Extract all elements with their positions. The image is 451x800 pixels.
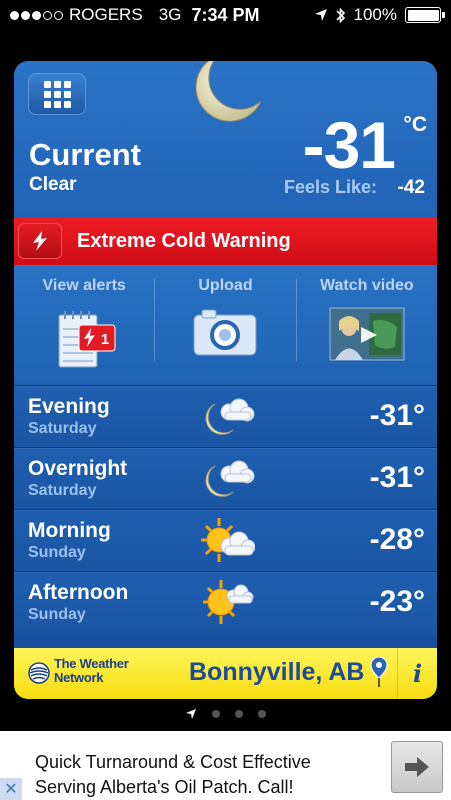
current-condition: Clear xyxy=(29,174,77,195)
brand-line-1: The Weather xyxy=(54,656,129,671)
forecast-day: Saturday xyxy=(28,482,97,499)
grid-icon xyxy=(43,80,71,108)
forecast-day: Sunday xyxy=(28,544,86,561)
moon-cloud-icon xyxy=(205,398,255,435)
feels-like-label: Feels Like: xyxy=(284,177,378,197)
ad-text: Quick Turnaround & Cost Effective Servin… xyxy=(35,750,375,800)
location-footer: The Weather Network Bonnyville, AB i xyxy=(14,648,437,699)
warning-text: Extreme Cold Warning xyxy=(77,229,291,252)
forecast-period: Morning xyxy=(28,519,111,542)
current-label: Current xyxy=(29,137,141,172)
forecast-list: Evening Saturday -31° Overnight Saturday… xyxy=(14,385,437,633)
forecast-period: Evening xyxy=(28,395,110,418)
current-conditions[interactable]: Current Clear -31 °C Feels Like: -42 xyxy=(14,61,437,217)
watch-video-label: Watch video xyxy=(320,277,414,294)
ad-arrow-button[interactable] xyxy=(391,741,443,793)
weather-warning-banner[interactable]: Extreme Cold Warning xyxy=(14,217,437,265)
info-button[interactable]: i xyxy=(397,648,437,699)
video-thumbnail-icon xyxy=(329,307,405,361)
view-alerts-button[interactable]: View alerts 1 xyxy=(14,265,154,385)
location-arrow-icon[interactable] xyxy=(185,708,197,720)
view-alerts-label: View alerts xyxy=(42,277,126,294)
arrow-right-icon xyxy=(405,757,429,777)
status-left: ROGERS 3G xyxy=(10,5,181,25)
battery-percent: 100% xyxy=(353,5,397,24)
forecast-row[interactable]: Morning Sunday -28° xyxy=(14,509,437,571)
camera-icon xyxy=(193,309,257,356)
moon-icon xyxy=(195,61,262,122)
location-pin-icon[interactable] xyxy=(369,656,389,688)
status-time: 7:34 PM xyxy=(191,5,260,25)
carrier-name: ROGERS xyxy=(69,5,143,24)
upload-button[interactable]: Upload xyxy=(154,277,295,361)
page-dot[interactable] xyxy=(235,710,243,718)
page-dot[interactable] xyxy=(212,710,220,718)
forecast-row[interactable]: Afternoon Sunday -23° xyxy=(14,571,437,633)
ad-text-line-1: Quick Turnaround & Cost Effective xyxy=(35,752,311,772)
menu-grid-button[interactable] xyxy=(28,73,86,115)
forecast-row[interactable]: Evening Saturday -31° xyxy=(14,385,437,447)
location-arrow-icon xyxy=(314,9,327,21)
forecast-temp: -28° xyxy=(369,523,425,556)
moon-cloud-icon xyxy=(205,460,255,497)
temperature-unit: °C xyxy=(403,113,427,136)
upload-label: Upload xyxy=(198,277,253,294)
forecast-temp: -23° xyxy=(369,585,425,618)
forecast-day: Saturday xyxy=(28,420,97,437)
location-name[interactable]: Bonnyville, AB xyxy=(189,658,365,687)
status-bar: ROGERS 3G 7:34 PM 100% xyxy=(0,0,451,30)
signal-strength-icon xyxy=(10,10,63,20)
sun-cloud-icon xyxy=(201,518,255,562)
page-dot[interactable] xyxy=(258,710,266,718)
feels-like-value: -42 xyxy=(397,177,425,198)
alert-count-badge: 1 xyxy=(101,331,109,348)
forecast-day: Sunday xyxy=(28,606,86,623)
current-temperature: -31 xyxy=(302,108,396,182)
weather-network-logo xyxy=(28,662,50,684)
brand-line-2: Network xyxy=(54,670,104,685)
ad-banner[interactable]: Quick Turnaround & Cost Effective Servin… xyxy=(0,731,451,800)
alerts-notepad-icon: 1 xyxy=(58,311,116,368)
weather-card: Current Clear -31 °C Feels Like: -42 Ext… xyxy=(14,61,437,699)
battery-icon xyxy=(405,7,445,23)
sun-cloud-icon xyxy=(203,580,254,624)
weather-network-brand: The Weather Network xyxy=(54,656,129,685)
page-indicator xyxy=(0,704,451,724)
lightning-icon xyxy=(18,223,62,259)
watch-video-button[interactable]: Watch video xyxy=(295,277,437,361)
action-bar: View alerts 1 Upload Watch video xyxy=(14,265,437,385)
bluetooth-icon xyxy=(335,7,345,23)
forecast-temp: -31° xyxy=(369,399,425,432)
forecast-row[interactable]: Overnight Saturday -31° xyxy=(14,447,437,509)
forecast-temp: -31° xyxy=(369,461,425,494)
forecast-period: Afternoon xyxy=(28,581,129,604)
status-right: 100% xyxy=(314,5,445,25)
forecast-period: Overnight xyxy=(28,457,128,480)
network-type: 3G xyxy=(158,5,182,24)
ad-text-line-2: Serving Alberta's Oil Patch. Call! xyxy=(35,777,294,797)
ad-close-button[interactable]: ✕ xyxy=(0,778,22,800)
